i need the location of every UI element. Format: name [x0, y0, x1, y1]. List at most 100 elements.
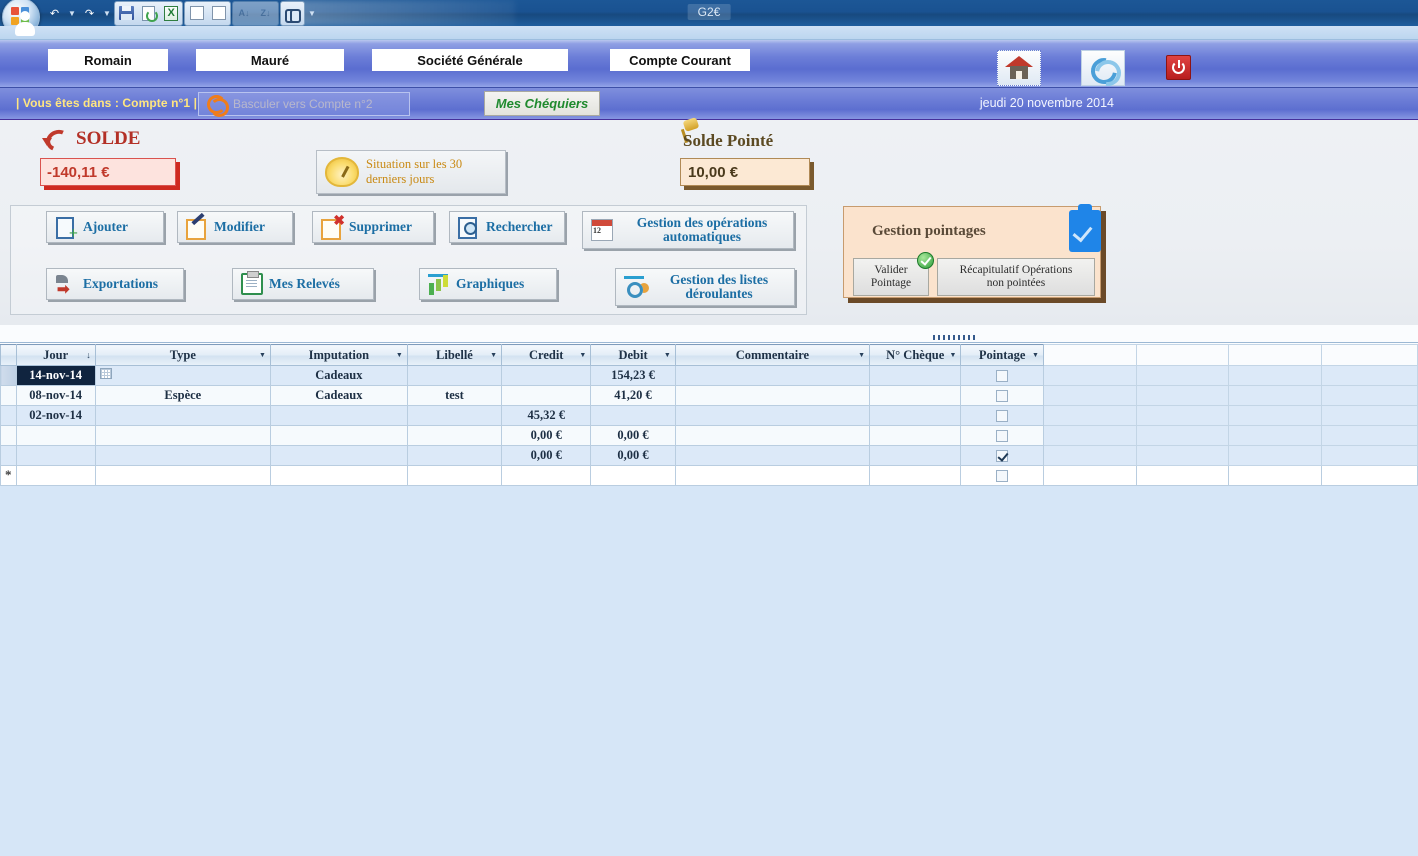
chevron-down-icon[interactable]: ▼: [949, 351, 956, 359]
cell-jour[interactable]: 08-nov-14: [15, 385, 96, 406]
column-header-empty-1[interactable]: [1042, 344, 1137, 366]
cell-credit[interactable]: 0,00 €: [501, 425, 592, 446]
cell-empty-2[interactable]: [1135, 465, 1230, 486]
cell-type[interactable]: [94, 365, 271, 386]
cell-type[interactable]: [94, 465, 271, 486]
exports-button[interactable]: Exportations: [46, 268, 184, 300]
qat-customize-icon[interactable]: ▼: [306, 3, 318, 24]
column-header-cheque[interactable]: N° Chèque ▼: [869, 344, 962, 366]
undo-dropdown-icon[interactable]: ▼: [66, 3, 78, 24]
edit-button[interactable]: Modifier: [177, 211, 293, 243]
refresh-doc-icon[interactable]: [138, 3, 159, 24]
chevron-down-icon[interactable]: ▼: [490, 351, 497, 359]
table-row[interactable]: 02-nov-14 45,32 €: [0, 405, 1418, 426]
cell-debit[interactable]: [590, 465, 676, 486]
bank-field[interactable]: Société Générale: [372, 49, 568, 71]
cell-cheque[interactable]: [869, 405, 962, 426]
cell-cheque[interactable]: [869, 385, 962, 406]
cell-pointage[interactable]: [960, 385, 1044, 406]
table-row[interactable]: 0,00 €0,00 €: [0, 425, 1418, 446]
redo-dropdown-icon[interactable]: ▼: [101, 3, 113, 24]
add-button[interactable]: Ajouter: [46, 211, 164, 243]
cell-empty-3[interactable]: [1228, 385, 1323, 406]
cell-libelle[interactable]: [406, 445, 503, 466]
cell-empty-2[interactable]: [1135, 425, 1230, 446]
cell-libelle[interactable]: [406, 425, 503, 446]
cell-commentaire[interactable]: [674, 405, 871, 426]
refresh-button[interactable]: [1081, 50, 1125, 86]
search-button[interactable]: Rechercher: [449, 211, 565, 243]
sort-asc-icon[interactable]: A↓: [234, 3, 255, 24]
auto-operations-button[interactable]: Gestion des opérations automatiques: [582, 211, 794, 249]
row-selector[interactable]: [0, 365, 17, 386]
cell-empty-4[interactable]: [1321, 385, 1418, 406]
column-header-empty-3[interactable]: [1228, 344, 1323, 366]
cell-imputation[interactable]: Cadeaux: [269, 365, 408, 386]
find-binoculars-icon[interactable]: [282, 3, 303, 24]
pointage-checkbox[interactable]: [996, 390, 1009, 403]
grid-new-row[interactable]: *: [0, 465, 1418, 486]
cell-empty-1[interactable]: [1042, 405, 1137, 426]
cell-credit[interactable]: [501, 365, 592, 386]
row-selector[interactable]: [0, 385, 17, 406]
cell-commentaire[interactable]: [674, 465, 871, 486]
chevron-down-icon[interactable]: ▼: [1032, 351, 1039, 359]
row-selector[interactable]: [0, 405, 17, 426]
charts-button[interactable]: Graphiques: [419, 268, 557, 300]
cell-empty-4[interactable]: [1321, 465, 1418, 486]
column-header-empty-4[interactable]: [1321, 344, 1418, 366]
cell-debit[interactable]: 41,20 €: [590, 385, 676, 406]
pointage-checkbox[interactable]: [996, 370, 1009, 383]
cell-debit[interactable]: [590, 405, 676, 426]
column-resize-handle-icon[interactable]: [933, 335, 977, 340]
cell-jour[interactable]: [15, 425, 96, 446]
cell-credit[interactable]: [501, 465, 592, 486]
cell-cheque[interactable]: [869, 465, 962, 486]
undo-icon[interactable]: ↶: [44, 3, 65, 24]
cell-imputation[interactable]: [269, 465, 408, 486]
row-selector[interactable]: [0, 425, 17, 446]
cell-type[interactable]: Espèce: [94, 385, 271, 406]
dropdown-lists-button[interactable]: Gestion des listes déroulantes: [615, 268, 795, 306]
chevron-down-icon[interactable]: ▼: [664, 351, 671, 359]
cell-empty-3[interactable]: [1228, 425, 1323, 446]
cell-empty-1[interactable]: [1042, 445, 1137, 466]
filter-toggle-icon[interactable]: [208, 3, 229, 24]
cell-commentaire[interactable]: [674, 365, 871, 386]
cell-libelle[interactable]: [406, 405, 503, 426]
save-icon[interactable]: [116, 3, 137, 24]
cell-empty-1[interactable]: [1042, 385, 1137, 406]
cell-libelle[interactable]: [406, 465, 503, 486]
sort-indicator-icon[interactable]: ↓: [86, 350, 91, 360]
cell-empty-3[interactable]: [1228, 365, 1323, 386]
pointage-checkbox[interactable]: [996, 470, 1009, 483]
cell-credit[interactable]: [501, 385, 592, 406]
cell-empty-1[interactable]: [1042, 365, 1137, 386]
cell-empty-2[interactable]: [1135, 445, 1230, 466]
cell-commentaire[interactable]: [674, 425, 871, 446]
cell-empty-2[interactable]: [1135, 365, 1230, 386]
cell-debit[interactable]: 0,00 €: [590, 425, 676, 446]
cell-empty-4[interactable]: [1321, 445, 1418, 466]
cell-credit[interactable]: 45,32 €: [501, 405, 592, 426]
cell-jour[interactable]: [15, 465, 96, 486]
column-header-jour[interactable]: Jour ↓: [15, 344, 96, 366]
delete-button[interactable]: Supprimer: [312, 211, 434, 243]
cell-empty-4[interactable]: [1321, 365, 1418, 386]
switch-account-button[interactable]: Basculer vers Compte n°2: [198, 92, 410, 117]
cell-empty-2[interactable]: [1135, 385, 1230, 406]
cell-empty-3[interactable]: [1228, 465, 1323, 486]
table-row[interactable]: 14-nov-14 Cadeaux 154,23 €: [0, 365, 1418, 386]
cell-imputation[interactable]: [269, 405, 408, 426]
cell-imputation[interactable]: Cadeaux: [269, 385, 408, 406]
cell-pointage[interactable]: [960, 465, 1044, 486]
chevron-down-icon[interactable]: ▼: [396, 351, 403, 359]
cell-jour[interactable]: 02-nov-14: [15, 405, 96, 426]
column-header-libelle[interactable]: Libellé ▼: [406, 344, 503, 366]
column-header-type[interactable]: Type ▼: [94, 344, 271, 366]
home-button[interactable]: [997, 50, 1041, 86]
pointage-checkbox[interactable]: [996, 430, 1009, 443]
cell-cheque[interactable]: [869, 425, 962, 446]
cell-cheque[interactable]: [869, 445, 962, 466]
cell-type[interactable]: [94, 425, 271, 446]
